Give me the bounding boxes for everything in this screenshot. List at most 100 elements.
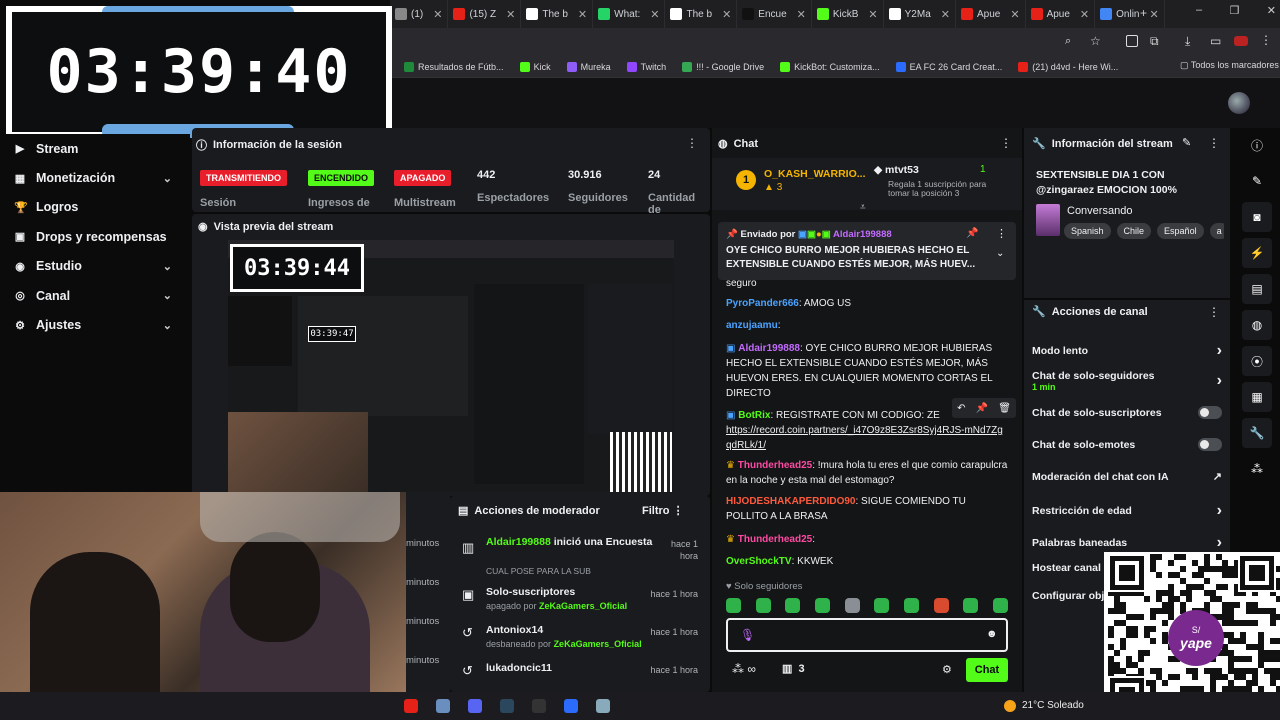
pinned-expand-icon[interactable]: ⌄ [996,248,1004,259]
bookmark-item[interactable]: Kick [519,61,551,72]
channel-action-modo-lento[interactable]: Modo lento › [1032,342,1222,360]
channel-action-chat-de-solo-suscriptores[interactable]: Chat de solo-suscriptores [1032,406,1222,419]
chat-username[interactable]: PyroPander666 [726,298,799,309]
edit-icon[interactable]: ✎ [1182,136,1191,149]
layout-icon[interactable]: ▦ [1242,382,1272,412]
emote-icon[interactable] [726,598,741,613]
notes-icon[interactable]: ▤ [1242,274,1272,304]
chat-username[interactable]: anzujaamu [726,320,778,331]
camera-icon[interactable]: ◙ [1242,202,1272,232]
weather-text[interactable]: 21°C Soleado [1022,700,1084,711]
browser-tab[interactable]: Encue ✕ [737,0,812,28]
emote-icon[interactable] [814,598,830,613]
gifter-1-name[interactable]: O_KASH_WARRIO... [764,168,866,180]
new-tab-button[interactable]: + [1140,6,1147,20]
browser-tab[interactable]: The b ✕ [521,0,594,28]
send-chat-button[interactable]: Chat [966,658,1008,682]
unpin-icon[interactable]: 📌 [966,228,978,239]
sidebar-item-canal[interactable]: ◎ Canal ⌄ [0,281,190,310]
emote-icon[interactable] [963,598,979,613]
stream-preview-video[interactable]: 03:39:44 03:39:47 [228,240,674,492]
browser-tab[interactable]: Apue ✕ [1026,0,1096,28]
channel-action-chat-de-solo-emotes[interactable]: Chat de solo-emotes [1032,438,1222,451]
taskbar-app-icon[interactable] [596,699,610,713]
emote-icon[interactable] [844,598,860,613]
sidebar-item-drops[interactable]: ▣ Drops y recompensas [0,222,190,251]
chat-username[interactable]: BotRix [738,410,770,421]
pin-message-icon[interactable]: 📌 [976,403,988,414]
toggle-switch[interactable] [1198,406,1222,419]
browser-tab[interactable]: (1) ✕ [390,0,449,28]
tab-close-icon[interactable]: ✕ [1080,8,1089,21]
tab-close-icon[interactable]: ✕ [941,8,950,21]
extension-icon[interactable] [1126,35,1138,47]
chat-username[interactable]: Thunderhead25 [738,460,812,471]
edit-icon[interactable]: ✎ [1242,166,1272,196]
stream-tag[interactable]: a [1209,223,1224,239]
emote-icon[interactable] [874,598,890,613]
taskbar-app-icon[interactable] [436,699,450,713]
mod-action-sub-user[interactable]: ZeKaGamers_Oficial [539,601,627,611]
chat-menu-icon[interactable]: ⋮ [1000,136,1012,150]
chat-username[interactable]: HIJODESHAKAPERDIDO90 [726,496,855,507]
emote-icon[interactable] [785,598,801,613]
bookmark-item[interactable]: !!! - Google Drive [682,61,764,72]
chat-username[interactable]: Aldair199888 [738,343,800,354]
tab-close-icon[interactable]: ✕ [797,8,806,21]
emote-icon[interactable] [903,598,919,613]
bookmark-item[interactable]: (21) d4vd - Here Wi... [1018,61,1118,72]
user-avatar[interactable] [1228,92,1250,114]
pinned-user[interactable]: Aldair199888 [833,229,892,240]
category-name[interactable]: Conversando [1067,205,1132,217]
channel-actions-menu-icon[interactable]: ⋮ [1208,305,1220,319]
delete-icon[interactable]: 🗑 [998,403,1011,414]
broadcast-icon[interactable]: ⦿ [1242,346,1272,376]
bookmark-item[interactable]: Resultados de Fútb... [404,61,504,72]
chat-icon[interactable]: ◍ [1242,310,1272,340]
bookmark-item[interactable]: Mureka [566,61,611,72]
taskbar-app-icon[interactable] [500,699,514,713]
restore-icon[interactable]: ❐ [1230,4,1240,17]
emote-icon[interactable] [992,598,1008,613]
stream-tag[interactable]: Chile [1116,223,1152,239]
points-balance[interactable]: ▥ 3 [782,662,805,675]
taskbar-app-icon[interactable] [468,699,482,713]
emote-icon[interactable] [755,598,771,613]
sidepanel-icon[interactable]: ▭ [1210,34,1221,48]
channel-action-palabras-baneadas[interactable]: Palabras baneadas › [1032,534,1222,552]
bookmark-star-icon[interactable]: ☆ [1090,34,1101,48]
download-icon[interactable]: ⤓ [1185,34,1190,49]
stream-tag[interactable]: Spanish [1064,223,1111,239]
wrench-icon[interactable]: 🔧 [1242,418,1272,448]
sidebar-item-monetización[interactable]: ▦ Monetización ⌄ [0,163,190,192]
reply-icon[interactable]: ↶ [957,403,965,414]
sidebar-item-ajustes[interactable]: ⚙ Ajustes ⌄ [0,310,190,339]
session-menu-icon[interactable]: ⋮ [686,136,698,150]
puzzle-icon[interactable]: ⧉ [1150,34,1159,49]
profile-avatar[interactable] [1234,36,1248,46]
browser-tab[interactable]: The b ✕ [665,0,738,28]
tab-close-icon[interactable]: ✕ [722,8,731,21]
bookmark-item[interactable]: KickBot: Customiza... [780,61,880,72]
minimize-icon[interactable]: – [1196,4,1202,17]
browser-tab[interactable]: Y2Ma ✕ [884,0,956,28]
chat-settings-icon[interactable]: ⚙ [942,663,952,676]
collapse-icon[interactable]: ⩡ [860,202,866,213]
browser-tab[interactable]: Apue ✕ [956,0,1026,28]
tab-close-icon[interactable]: ✕ [650,8,659,21]
gifter-2-name[interactable]: ◆ mtvt53 [874,164,919,176]
info-icon[interactable]: ⓘ [1242,130,1272,160]
mic-icon[interactable]: 🎙 [740,628,755,642]
channel-action-chat-de-solo-seguidores[interactable]: Chat de solo-seguidores 1 min › [1032,370,1222,392]
browser-tab[interactable]: (15) Z ✕ [448,0,522,28]
chat-username[interactable]: OverShockTV [726,556,792,567]
mod-action-user[interactable]: Aldair199888 [486,536,551,548]
stream-tag[interactable]: Español [1157,223,1204,239]
stream-info-menu-icon[interactable]: ⋮ [1208,136,1220,150]
tab-close-icon[interactable]: ✕ [578,8,587,21]
bolt-icon[interactable]: ⚡ [1242,238,1272,268]
menu-kebab-icon[interactable]: ⋮ [1260,33,1272,47]
browser-tab[interactable]: KickB ✕ [812,0,884,28]
pinned-menu-icon[interactable]: ⋮ [996,227,1007,240]
browser-tab[interactable]: What: ✕ [593,0,666,28]
